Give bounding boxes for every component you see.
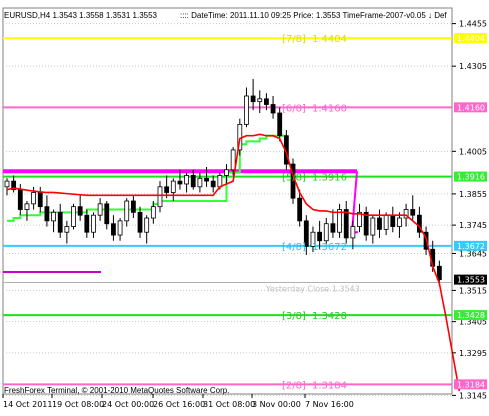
- candle-body: [144, 217, 150, 233]
- price-label-text: 1.4160: [457, 103, 485, 112]
- level-name-label: [3/8]: [282, 311, 306, 322]
- candle-body: [270, 104, 276, 114]
- candle-body: [170, 180, 176, 193]
- candle-body: [51, 211, 56, 222]
- candle-body: [37, 192, 43, 208]
- level-name-label: [7/8]: [282, 34, 306, 45]
- chart-svg: [7/8] 1.4404 [6/8] 1.4160 [5/8] 1.3916 [4/8] 1.…: [0, 0, 489, 412]
- candle-body: [24, 203, 30, 210]
- y-tick-label: 1.3855: [459, 190, 487, 199]
- candle-body: [210, 180, 216, 188]
- candle-body: [250, 95, 256, 103]
- level-value-label: 1.3916: [312, 173, 347, 184]
- candle-body: [323, 223, 329, 242]
- symbol-line: EURUSD,H4 1.3543 1.3558 1.3531 1.3553: [4, 11, 157, 20]
- candle-body: [17, 189, 23, 210]
- candle-body: [317, 231, 323, 242]
- candle-body: [217, 175, 223, 188]
- candle-body: [84, 214, 90, 233]
- price-label-text: 1.3672: [457, 242, 485, 251]
- level-value-label: 1.4404: [312, 34, 347, 45]
- candle-body: [44, 206, 50, 222]
- candle-body: [71, 206, 76, 227]
- candle-body: [224, 169, 229, 176]
- candle-body: [230, 149, 236, 171]
- candle-body: [97, 203, 103, 216]
- price-label-text: 1.4404: [457, 34, 485, 43]
- x-tick-label: 14 Oct 2011: [3, 400, 52, 409]
- candle-body: [184, 175, 189, 185]
- candle-body: [350, 226, 356, 239]
- x-tick-label: 26 Oct 16:00: [153, 400, 205, 409]
- candle-body: [370, 217, 376, 236]
- candle-body: [57, 211, 63, 233]
- candle-body: [197, 177, 203, 188]
- candle-body: [64, 226, 70, 233]
- candle-body: [204, 177, 209, 182]
- candle-body: [104, 203, 110, 225]
- y-tick-label: 1.4305: [459, 62, 487, 71]
- candle-body: [277, 112, 283, 137]
- yesterday-close-label: Yesterday Close 1.3543: [265, 284, 360, 293]
- y-tick-label: 1.4005: [459, 147, 487, 156]
- candle-body: [91, 214, 96, 233]
- y-tick-label: 1.3145: [459, 391, 487, 400]
- candle-body: [177, 180, 183, 185]
- price-label-text: 1.3428: [457, 311, 485, 320]
- candle-body: [377, 217, 382, 230]
- x-tick-label: 19 Oct 08:00: [52, 400, 104, 409]
- price-label-text: 1.3553: [457, 276, 485, 285]
- price-label-text: 1.3916: [457, 173, 485, 182]
- level-value-label: 1.3672: [312, 242, 347, 253]
- info-line: :::: DateTime: 2011.11.10 09:25 Price: 1…: [180, 11, 447, 20]
- level-name-label: [5/8]: [282, 173, 306, 184]
- copyright-text: FreshForex Terminal, © 2001-2010 MetaQuo…: [4, 386, 230, 395]
- x-tick-label: 7 Nov 16:00: [305, 400, 354, 409]
- candle-body: [4, 180, 10, 188]
- candle-body: [297, 197, 303, 222]
- y-tick-label: 1.4455: [459, 20, 487, 29]
- candle-body: [164, 186, 170, 193]
- level-value-label: 1.4160: [312, 103, 347, 114]
- candle-body: [111, 223, 116, 236]
- level-name-label: [4/8]: [282, 242, 306, 253]
- level-value-label: 1.3184: [312, 380, 347, 391]
- candle-body: [257, 98, 263, 103]
- price-chart[interactable]: [7/8] 1.4404 [6/8] 1.4160 [5/8] 1.3916 [4/8] 1.…: [0, 0, 489, 412]
- candle-body: [190, 175, 196, 188]
- candle-body: [383, 214, 389, 230]
- x-tick-label: 3 Nov 00:00: [252, 400, 301, 409]
- y-tick-label: 1.3745: [459, 221, 487, 230]
- candle-body: [397, 217, 402, 227]
- y-tick-label: 1.3295: [459, 349, 487, 358]
- candle-body: [31, 192, 37, 205]
- y-tick-label: 1.3515: [459, 286, 487, 295]
- candle-body: [244, 95, 249, 125]
- level-value-label: 1.3428: [312, 311, 347, 322]
- candle-body: [343, 209, 349, 239]
- x-tick-label: 24 Oct 00:00: [102, 400, 154, 409]
- level-name-label: [2/8]: [282, 380, 306, 391]
- candle-body: [330, 223, 336, 233]
- candle-body: [410, 209, 416, 216]
- candle-body: [77, 206, 83, 216]
- level-name-label: [6/8]: [282, 103, 306, 114]
- candle-body: [130, 200, 136, 213]
- candle-body: [137, 211, 143, 233]
- candle-body: [390, 214, 396, 227]
- candle-body: [117, 220, 123, 236]
- candle-body: [264, 98, 269, 105]
- candle-body: [124, 200, 130, 222]
- price-label-text: 1.3184: [457, 380, 485, 389]
- candle-body: [157, 186, 163, 208]
- x-tick-label: 31 Oct 08:00: [203, 400, 255, 409]
- candle-body: [150, 206, 156, 219]
